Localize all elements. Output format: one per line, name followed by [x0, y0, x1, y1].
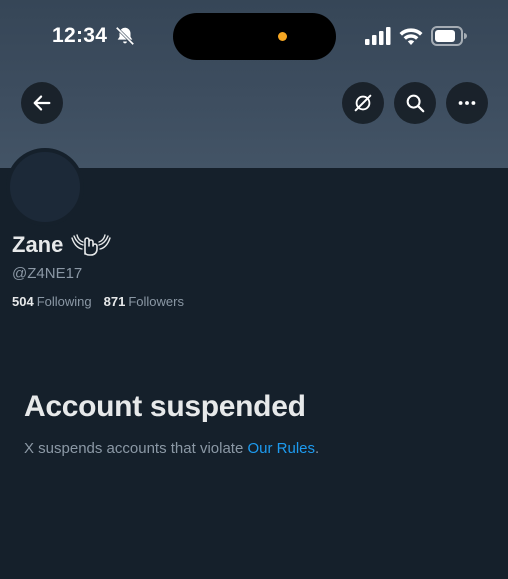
- winged-hand-emoji-icon: [71, 234, 112, 256]
- battery-icon: [431, 26, 467, 46]
- suspended-message-end: .: [315, 440, 320, 457]
- following-label: Following: [36, 294, 92, 309]
- followers-label: Followers: [128, 294, 184, 309]
- back-button[interactable]: [21, 82, 63, 124]
- bell-slash-icon: [115, 26, 135, 46]
- followers-link[interactable]: 871 Followers: [104, 294, 184, 309]
- profile-handle: @Z4NE17: [12, 265, 83, 282]
- more-horizontal-icon: [458, 101, 476, 105]
- following-count: 504: [12, 294, 34, 309]
- followers-count: 871: [103, 294, 126, 309]
- search-button[interactable]: [394, 82, 436, 124]
- avatar[interactable]: [6, 148, 84, 226]
- profile-screen: 12:34 Zane @Z4NE17 504 Following 871 Fol…: [0, 0, 508, 579]
- dynamic-island: [173, 13, 336, 60]
- suspended-title: Account suspended: [24, 390, 306, 423]
- display-name: Zane: [12, 232, 64, 257]
- suspended-message-text: X suspends accounts that violate: [24, 440, 248, 457]
- cellular-signal-icon: [365, 27, 391, 45]
- profile-stats: 504 Following 871 Followers: [12, 294, 196, 309]
- privacy-indicator-dot: [278, 32, 287, 41]
- grok-icon: [354, 94, 372, 112]
- suspended-message: X suspends accounts that violate Our Rul…: [24, 440, 319, 457]
- status-time: 12:34: [52, 24, 108, 47]
- grok-button[interactable]: [342, 82, 384, 124]
- search-icon: [406, 94, 425, 113]
- arrow-left-icon: [33, 95, 51, 111]
- more-button[interactable]: [446, 82, 488, 124]
- wifi-icon: [399, 28, 423, 45]
- our-rules-link[interactable]: Our Rules: [247, 440, 315, 457]
- following-link[interactable]: 504 Following: [12, 294, 92, 309]
- profile-name-row: Zane: [12, 232, 112, 258]
